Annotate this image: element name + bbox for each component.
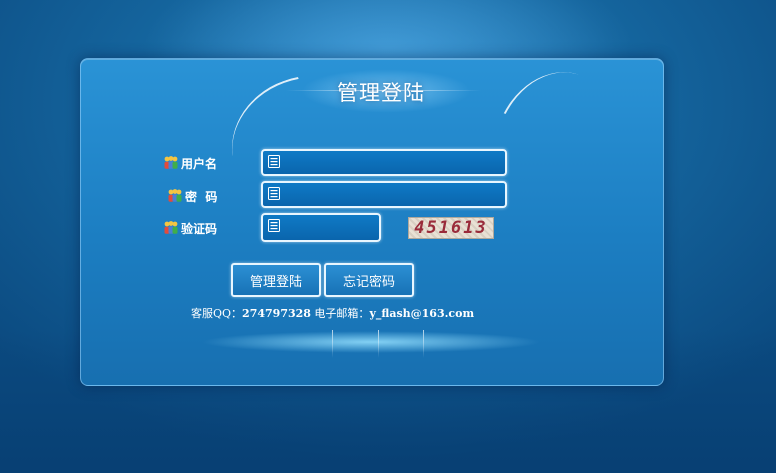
email-address: y_flash@163.com [369, 307, 475, 320]
login-panel: 管理登陆 用户名 密 码 验证码 451613 管理登陆 忘记密码 客服QQ：2… [80, 58, 664, 386]
username-field[interactable] [261, 149, 507, 176]
password-input[interactable] [285, 185, 501, 206]
users-icon [164, 221, 178, 234]
users-icon [168, 189, 182, 202]
username-label: 用户名 [181, 156, 218, 171]
captcha-label: 验证码 [181, 221, 218, 236]
floor-divider [378, 330, 379, 358]
floor-divider [423, 330, 424, 358]
floor-glow [201, 331, 541, 353]
captcha-input[interactable] [285, 217, 375, 238]
qq-number: 274797328 [242, 307, 311, 320]
decorative-arc-right [475, 58, 637, 236]
form-field-icon [268, 219, 280, 232]
email-label: 电子邮箱： [310, 307, 370, 320]
forgot-password-button[interactable]: 忘记密码 [324, 263, 414, 297]
qq-label: 客服QQ： [191, 307, 243, 320]
username-label-row: 用户名 [163, 153, 217, 173]
page-title: 管理登陆 [337, 81, 425, 105]
form-field-icon [268, 155, 280, 168]
password-label: 密 码 [185, 189, 218, 204]
username-input[interactable] [285, 153, 501, 174]
users-icon [164, 156, 178, 169]
password-field[interactable] [261, 181, 507, 208]
floor-divider [332, 330, 333, 358]
captcha-image[interactable]: 451613 [408, 217, 494, 239]
login-button[interactable]: 管理登陆 [231, 263, 321, 297]
password-label-row: 密 码 [167, 186, 217, 206]
form-field-icon [268, 187, 280, 200]
contact-info: 客服QQ：274797328 电子邮箱：y_flash@163.com [191, 305, 474, 321]
captcha-field[interactable] [261, 213, 381, 242]
captcha-label-row: 验证码 [163, 218, 217, 238]
